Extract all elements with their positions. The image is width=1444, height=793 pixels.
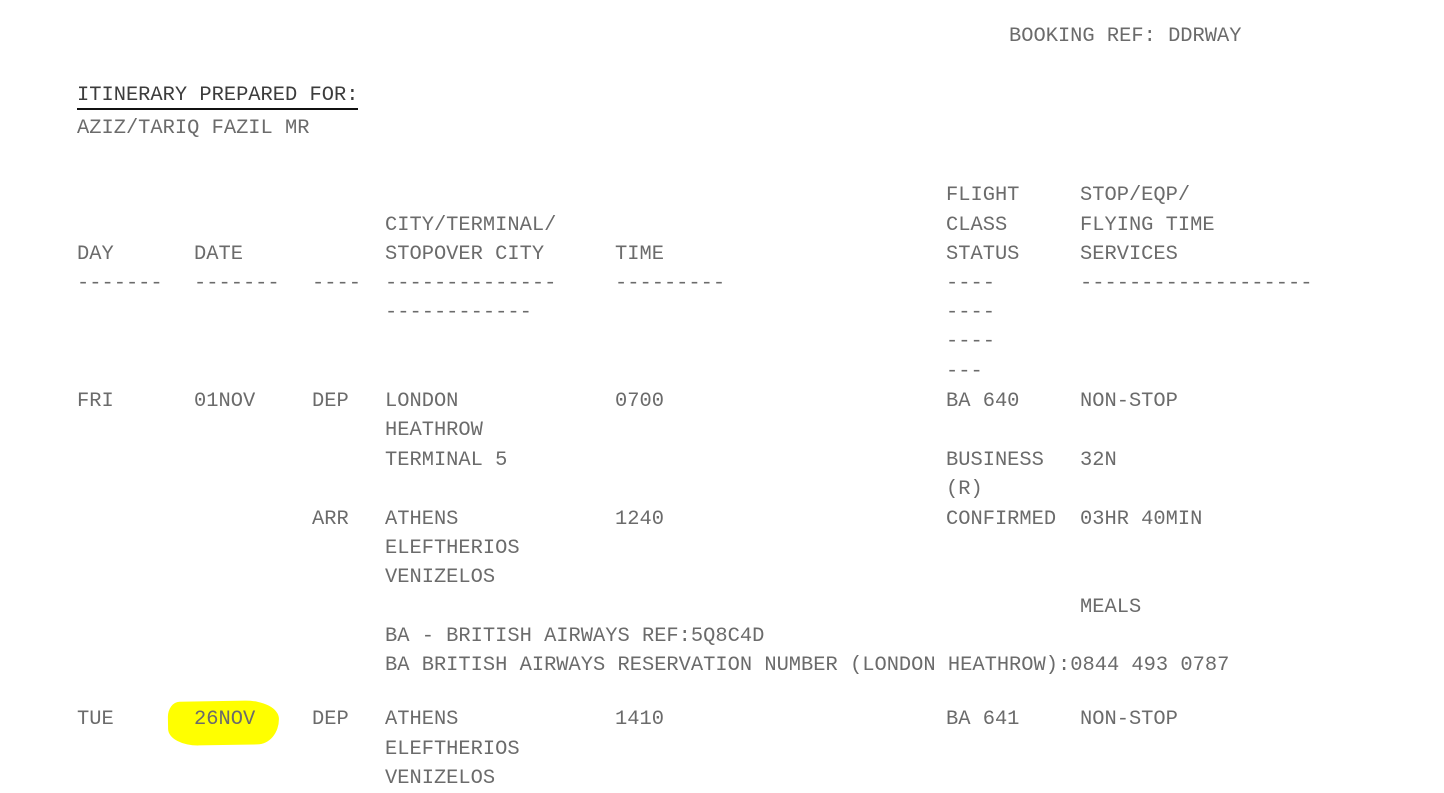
dash-status: ---- xyxy=(946,330,995,353)
seg1-dep-time: 0700 xyxy=(615,390,664,413)
dash-city-2: ------------ xyxy=(385,301,532,324)
seg1-arr-city-3: VENIZELOS xyxy=(385,566,496,589)
seg1-reservation-number: BA BRITISH AIRWAYS RESERVATION NUMBER (L… xyxy=(385,654,1230,677)
dash-class: ---- xyxy=(946,301,995,324)
prepared-for-label: ITINERARY PREPARED FOR: xyxy=(77,84,359,110)
seg2-date: 26NOV xyxy=(194,708,256,731)
seg2-day: TUE xyxy=(77,708,114,731)
header-date: DATE xyxy=(194,243,243,266)
seg1-arr-label: ARR xyxy=(312,508,349,531)
header-flying-time: FLYING TIME xyxy=(1080,214,1215,237)
seg2-flight: BA 641 xyxy=(946,708,1020,731)
header-time: TIME xyxy=(615,243,664,266)
seg1-dep-label: DEP xyxy=(312,390,349,413)
seg1-arr-city-2: ELEFTHERIOS xyxy=(385,537,520,560)
dash-city: -------------- xyxy=(385,272,557,295)
seg1-airline-ref: BA - BRITISH AIRWAYS REF:5Q8C4D xyxy=(385,625,765,648)
dash-services: ------------------- xyxy=(1080,272,1313,295)
seg1-class-code: (R) xyxy=(946,478,983,501)
seg1-flight: BA 640 xyxy=(946,390,1020,413)
seg1-flying-time: 03HR 40MIN xyxy=(1080,508,1203,531)
seg2-dep-city-3: VENIZELOS xyxy=(385,767,496,790)
seg1-arr-city: ATHENS xyxy=(385,508,459,531)
seg1-equipment: 32N xyxy=(1080,449,1117,472)
seg1-dep-city: LONDON xyxy=(385,390,459,413)
dash-time: --------- xyxy=(615,272,726,295)
seg1-status: CONFIRMED xyxy=(946,508,1057,531)
seg1-dep-terminal: TERMINAL 5 xyxy=(385,449,508,472)
header-city-terminal: CITY/TERMINAL/ xyxy=(385,214,557,237)
dash-flight: ---- xyxy=(946,272,995,295)
passenger-name: AZIZ/TARIQ FAZIL MR xyxy=(77,117,310,140)
header-stopover-city: STOPOVER CITY xyxy=(385,243,545,266)
seg2-stops: NON-STOP xyxy=(1080,708,1178,731)
booking-ref: BOOKING REF: DDRWAY xyxy=(1009,25,1242,48)
dash-status-2: --- xyxy=(946,360,983,383)
seg2-dep-city-2: ELEFTHERIOS xyxy=(385,738,520,761)
dash-day: ------- xyxy=(77,272,163,295)
seg1-date: 01NOV xyxy=(194,390,256,413)
header-day: DAY xyxy=(77,243,114,266)
header-services: SERVICES xyxy=(1080,243,1178,266)
seg2-dep-city: ATHENS xyxy=(385,708,459,731)
dash-dep: ---- xyxy=(312,272,361,295)
seg2-dep-label: DEP xyxy=(312,708,349,731)
seg1-arr-time: 1240 xyxy=(615,508,664,531)
header-class: CLASS xyxy=(946,214,1008,237)
header-status: STATUS xyxy=(946,243,1020,266)
seg1-stops: NON-STOP xyxy=(1080,390,1178,413)
seg1-class: BUSINESS xyxy=(946,449,1044,472)
header-flight: FLIGHT xyxy=(946,184,1020,207)
seg1-dep-city-2: HEATHROW xyxy=(385,419,483,442)
dash-date: ------- xyxy=(194,272,280,295)
header-stop-eqp: STOP/EQP/ xyxy=(1080,184,1191,207)
seg1-meals: MEALS xyxy=(1080,596,1142,619)
seg1-day: FRI xyxy=(77,390,114,413)
seg2-dep-time: 1410 xyxy=(615,708,664,731)
